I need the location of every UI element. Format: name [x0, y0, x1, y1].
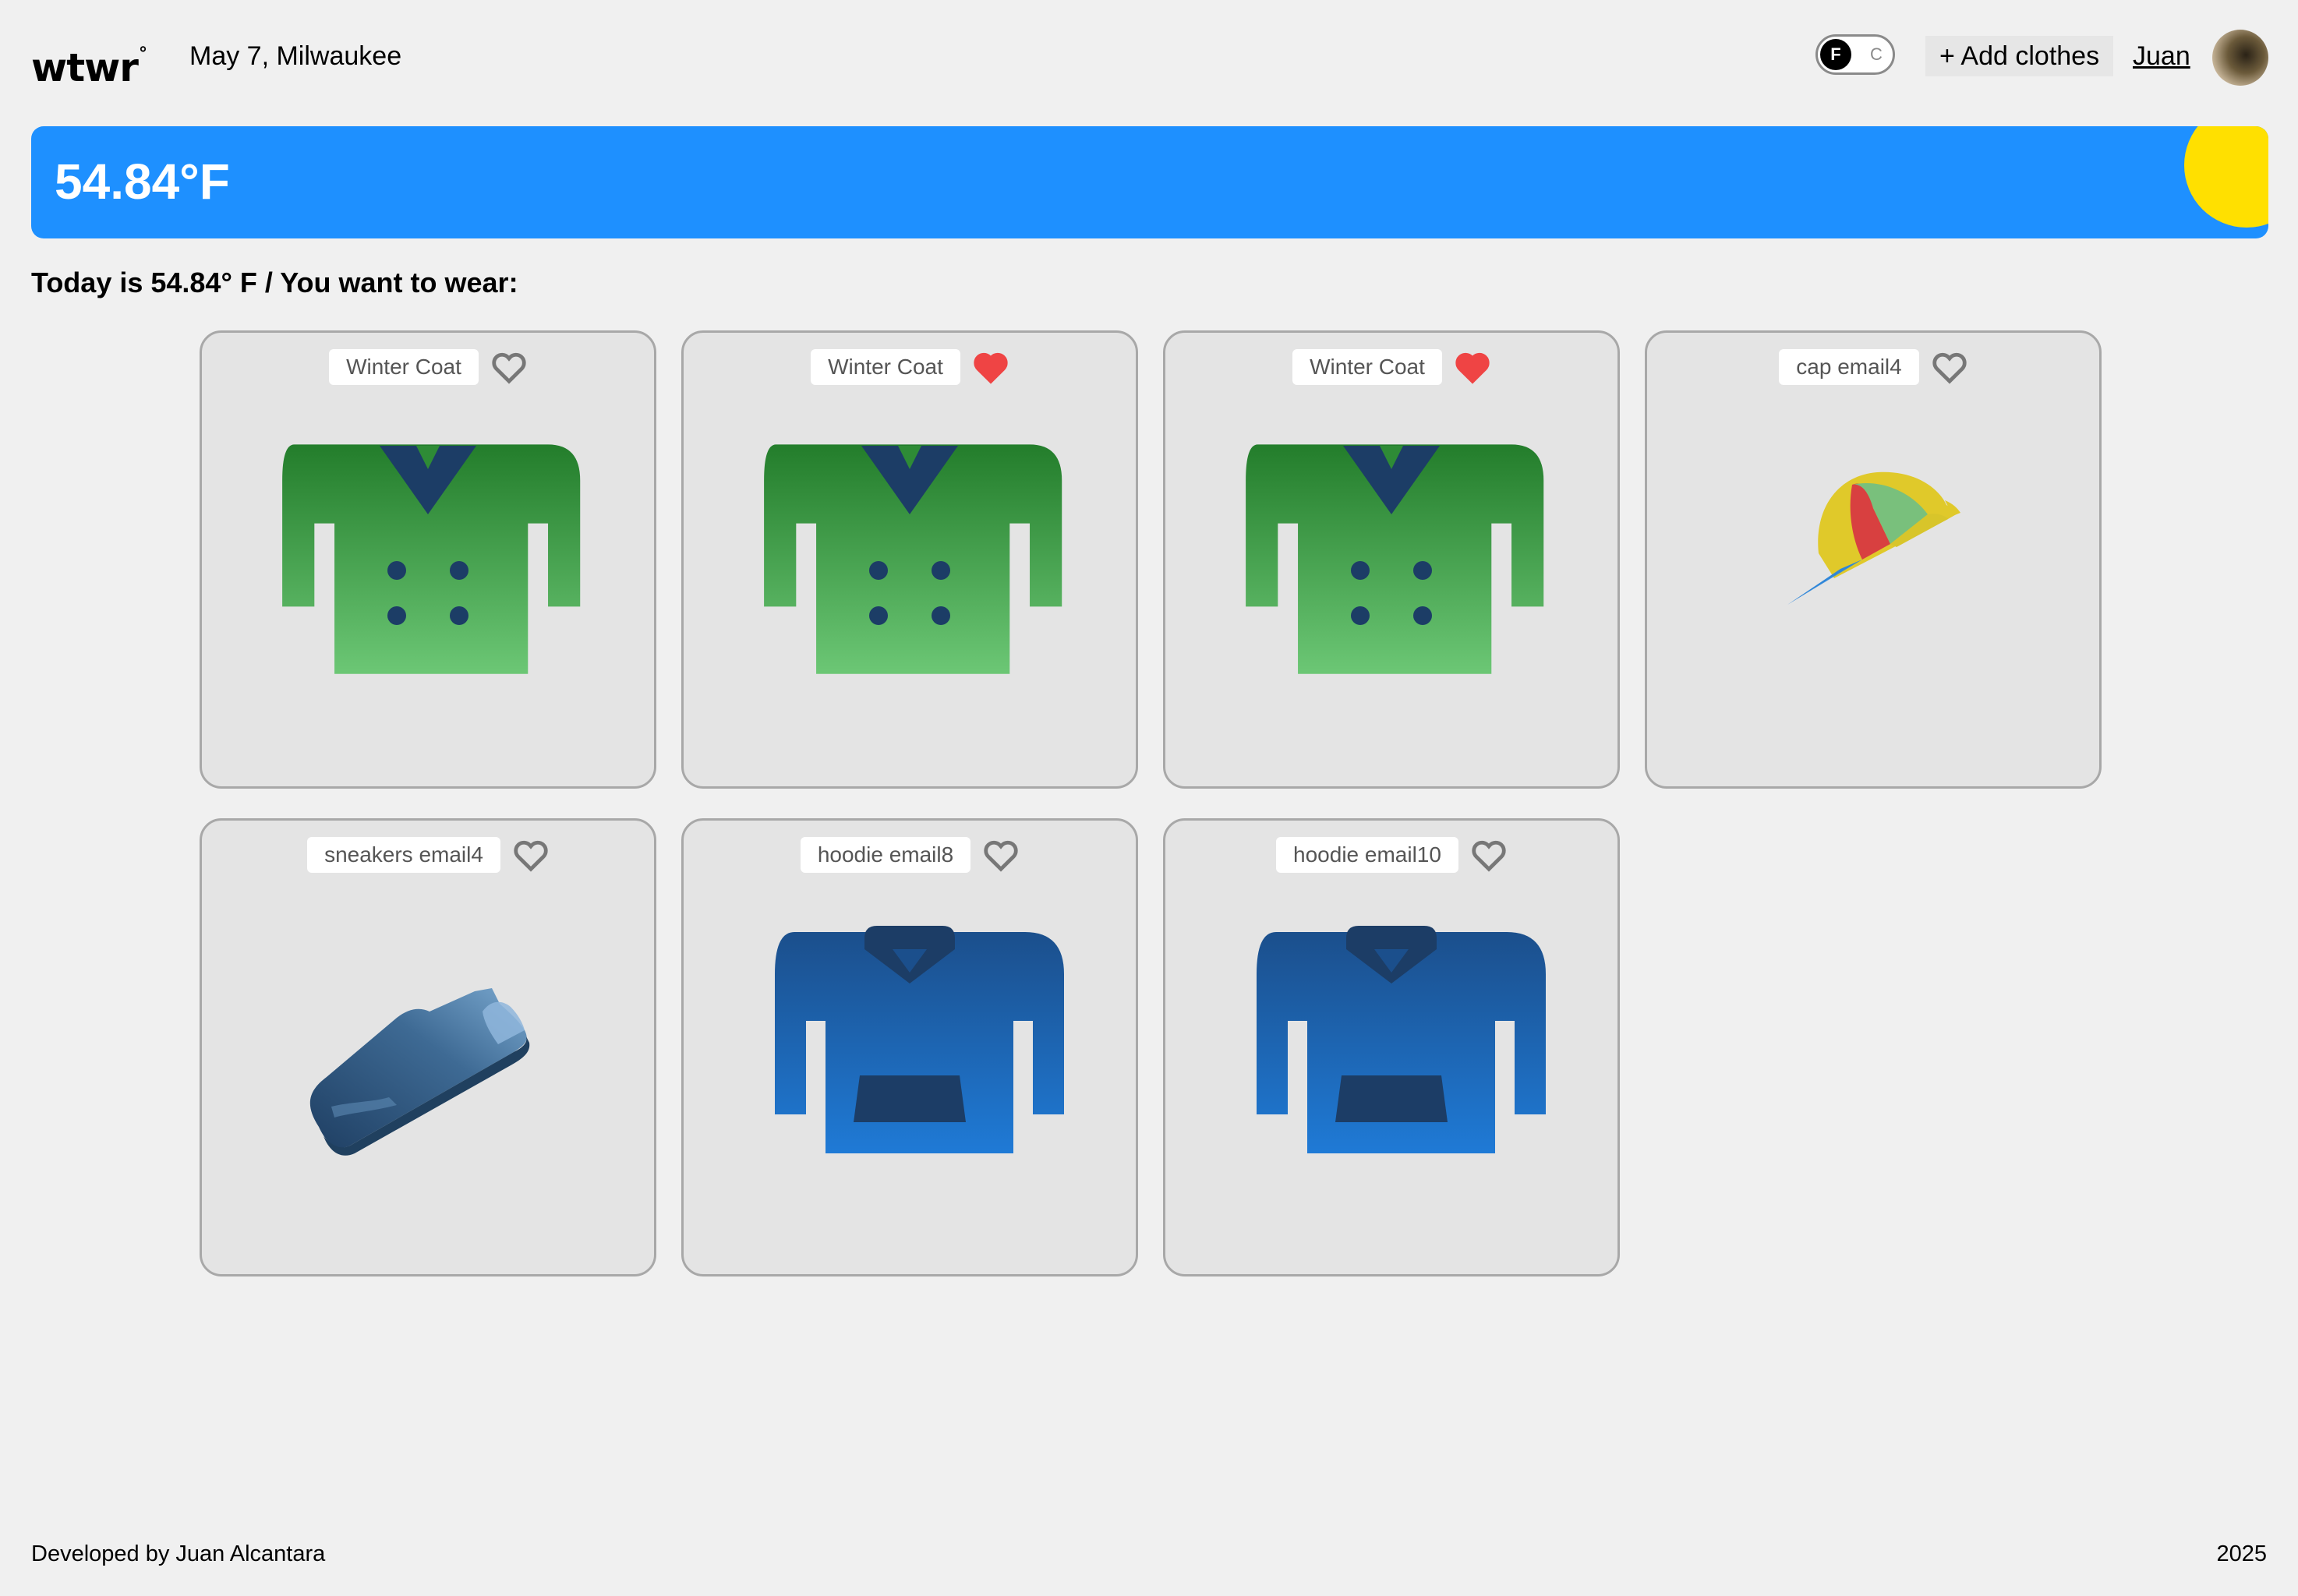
toggle-option-c[interactable]: C: [1861, 39, 1892, 70]
cap-icon: [1787, 471, 1960, 605]
winter-coat-icon: [282, 444, 581, 674]
weather-card: 54.84°F: [31, 126, 2268, 238]
avatar[interactable]: [2212, 30, 2268, 86]
sun-icon: [2184, 126, 2268, 228]
like-heart-icon[interactable]: [1932, 350, 1967, 384]
clothing-card[interactable]: sneakers email4: [200, 818, 656, 1276]
profile-link[interactable]: Juan: [2133, 39, 2190, 73]
footer-year: 2025: [2216, 1541, 2267, 1566]
clothing-card[interactable]: hoodie email10: [1163, 818, 1620, 1276]
clothing-card[interactable]: Winter Coat: [200, 330, 656, 789]
card-name: Winter Coat: [329, 349, 479, 385]
like-heart-icon[interactable]: [983, 838, 1019, 872]
clothing-grid: Winter Coat Winter Coat Winter Coat cap …: [200, 330, 2102, 1276]
clothing-card[interactable]: cap email4: [1645, 330, 2102, 789]
hoodie-icon: [1257, 926, 1546, 1153]
temperature-unit-toggle[interactable]: F C: [1815, 34, 1895, 75]
card-name: sneakers email4: [307, 837, 500, 873]
footer-credit: Developed by Juan Alcantara: [31, 1541, 326, 1566]
like-heart-icon[interactable]: [973, 350, 1009, 384]
winter-coat-icon: [1246, 444, 1544, 674]
card-header: sneakers email4: [202, 836, 654, 874]
card-name: Winter Coat: [1292, 349, 1442, 385]
add-clothes-button[interactable]: + Add clothes: [1925, 36, 2114, 76]
date-location: May 7, Milwaukee: [189, 41, 402, 71]
like-heart-icon[interactable]: [1471, 838, 1507, 872]
winter-coat-icon: [764, 444, 1062, 674]
card-name: hoodie email8: [800, 837, 971, 873]
recommendation-text: Today is 54.84° F / You want to wear:: [31, 267, 518, 298]
header: wtwr° May 7, Milwaukee F C + Add clothes…: [31, 23, 2268, 91]
sneaker-icon: [309, 988, 530, 1156]
toggle-option-f[interactable]: F: [1820, 39, 1851, 70]
card-header: cap email4: [1647, 348, 2099, 386]
clothing-card[interactable]: Winter Coat: [1163, 330, 1620, 789]
card-name: Winter Coat: [811, 349, 960, 385]
temperature-value: 54.84°F: [55, 154, 230, 210]
card-header: Winter Coat: [684, 348, 1136, 386]
clothing-card[interactable]: hoodie email8: [681, 818, 1138, 1276]
card-header: Winter Coat: [202, 348, 654, 386]
card-header: hoodie email8: [684, 836, 1136, 874]
clothing-card[interactable]: Winter Coat: [681, 330, 1138, 789]
card-name: hoodie email10: [1276, 837, 1458, 873]
like-heart-icon[interactable]: [513, 838, 549, 872]
like-heart-icon[interactable]: [1455, 350, 1490, 384]
logo[interactable]: wtwr°: [31, 31, 147, 91]
hoodie-icon: [775, 926, 1064, 1153]
card-header: hoodie email10: [1165, 836, 1617, 874]
like-heart-icon[interactable]: [491, 350, 527, 384]
card-name: cap email4: [1779, 349, 1919, 385]
card-header: Winter Coat: [1165, 348, 1617, 386]
